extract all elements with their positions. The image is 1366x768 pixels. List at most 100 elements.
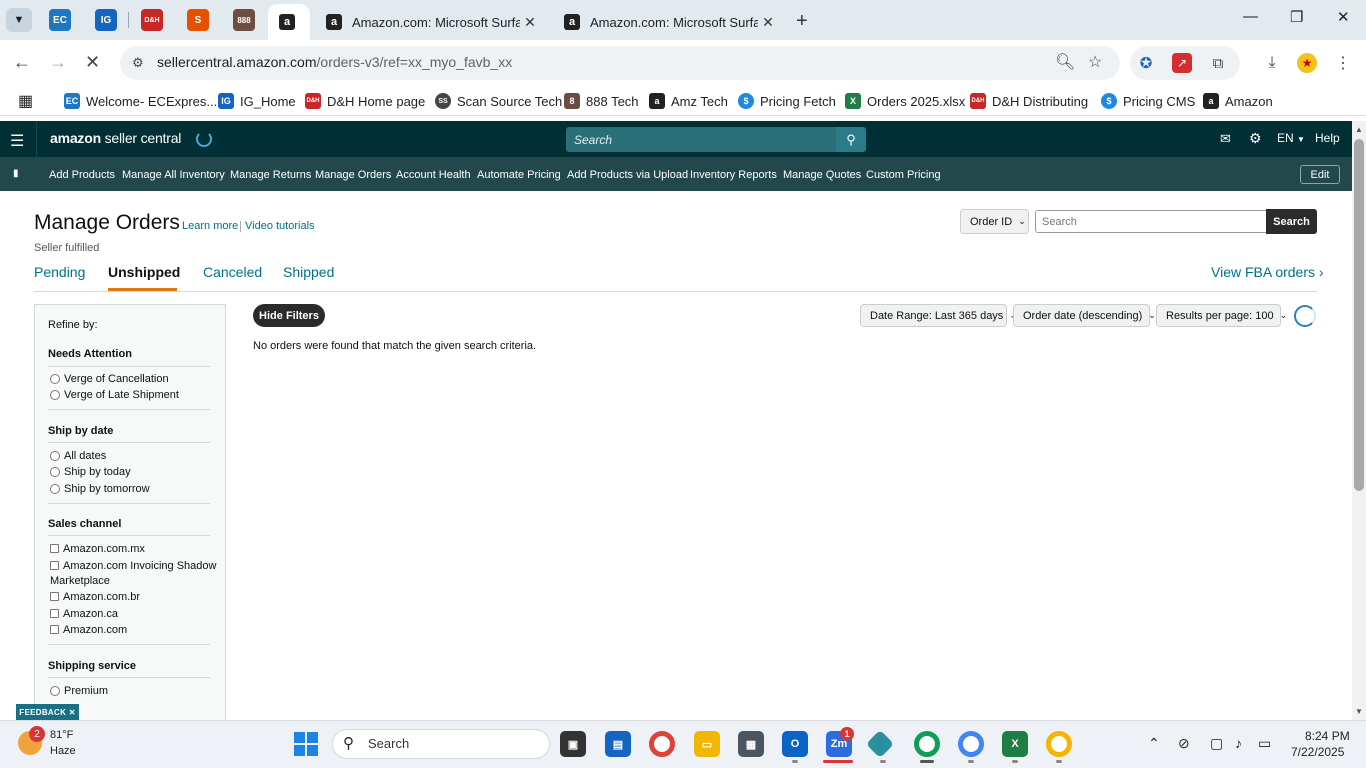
bookmark-dh-distributing[interactable]: D&H D&H Distributing [970, 91, 1088, 111]
edit-nav-button[interactable]: Edit [1300, 165, 1340, 184]
scroll-down-icon[interactable]: ▼ [1355, 707, 1363, 716]
language-selector[interactable]: EN ▼ [1277, 131, 1305, 145]
bookmark-pricing-cms[interactable]: $ Pricing CMS [1101, 91, 1195, 111]
bookmark-ecexpress[interactable]: EC Welcome- ECExpres... [64, 91, 217, 111]
battery-icon[interactable]: ▭ [1258, 735, 1271, 752]
verge-late-shipment-label[interactable]: Verge of Late Shipment [64, 389, 179, 401]
network-off-icon[interactable]: ⊘ [1178, 735, 1190, 752]
nav-manage-all-inventory[interactable]: Manage All Inventory [122, 169, 225, 181]
bookmark-888-tech[interactable]: 8 888 Tech [564, 91, 639, 111]
pinned-tab-amazon[interactable]: a [268, 4, 310, 40]
verge-late-shipment-radio[interactable] [50, 390, 60, 400]
channel-mx-label[interactable]: Amazon.com.mx [63, 543, 145, 555]
chrome-profile-1-icon[interactable] [914, 731, 940, 757]
channel-ca-label[interactable]: Amazon.ca [63, 608, 118, 620]
verge-cancellation-label[interactable]: Verge of Cancellation [64, 373, 169, 385]
scrollbar-thumb[interactable] [1354, 139, 1364, 491]
premium-radio[interactable] [50, 686, 60, 696]
premium-label[interactable]: Premium [64, 685, 108, 697]
learn-more-link[interactable]: Learn more [182, 220, 238, 232]
bookmark-orders-xlsx[interactable]: X Orders 2025.xlsx [845, 91, 965, 111]
channel-br-checkbox[interactable] [50, 592, 59, 601]
close-icon[interactable]: ✕ [520, 14, 540, 31]
store-icon[interactable]: ▤ [605, 731, 631, 757]
nav-account-health[interactable]: Account Health [396, 169, 471, 181]
forward-button[interactable]: → [49, 52, 67, 73]
clock-time[interactable]: 8:24 PM [1305, 729, 1350, 743]
results-per-page-select[interactable]: Results per page: 100 ⌄ [1156, 304, 1287, 327]
view-fba-orders-link[interactable]: View FBA orders › [1211, 264, 1324, 280]
apps-grid-icon[interactable]: ▦ [18, 91, 33, 111]
feedback-button[interactable]: FEEDBACK ✕ [16, 704, 79, 720]
chrome-profile-2-icon[interactable] [958, 731, 984, 757]
outlook-icon[interactable]: O [782, 731, 808, 757]
hide-filters-button[interactable]: Hide Filters [253, 304, 325, 327]
verge-cancellation-radio[interactable] [50, 374, 60, 384]
all-dates-radio[interactable] [50, 451, 60, 461]
mail-icon[interactable]: ✉ [1220, 131, 1231, 147]
close-window-button[interactable]: ✕ [1337, 8, 1350, 26]
clock-date[interactable]: 7/22/2025 [1291, 745, 1344, 759]
ship-by-tomorrow-radio[interactable] [50, 484, 60, 494]
tab-search-button[interactable]: ▼ [6, 8, 32, 32]
date-range-select[interactable]: Date Range: Last 365 days⌄ [860, 304, 1017, 327]
restore-button[interactable]: ❐ [1290, 8, 1303, 26]
more-menu-icon[interactable]: ⋮ [1333, 53, 1353, 73]
order-search-button[interactable]: Search [1266, 209, 1317, 234]
tray-overflow-icon[interactable]: ⌃ [1148, 735, 1160, 752]
channel-invoicing-shadow-label[interactable]: Amazon.com Invoicing Shadow [63, 560, 216, 572]
close-icon[interactable]: ✕ [758, 14, 778, 31]
header-search-input[interactable] [566, 127, 836, 152]
sort-order-select[interactable]: Order date (descending) ⌄ [1013, 304, 1156, 327]
bookmark-amazon[interactable]: a Amazon [1203, 91, 1273, 111]
order-search-input[interactable] [1035, 210, 1267, 233]
video-tutorials-link[interactable]: Video tutorials [245, 220, 315, 232]
hamburger-menu-icon[interactable]: ☰ [10, 131, 24, 151]
scroll-up-icon[interactable]: ▲ [1355, 125, 1363, 134]
new-tab-button[interactable]: + [796, 10, 808, 33]
url-text[interactable]: sellercentral.amazon.com/orders-v3/ref=x… [157, 54, 512, 70]
bookmark-scan-source[interactable]: SS Scan Source Tech [435, 91, 562, 111]
bookmark-dh-home[interactable]: D&H D&H Home page [305, 91, 425, 111]
nav-add-products[interactable]: Add Products [49, 169, 115, 181]
tab-amazon-surface-1[interactable]: a Amazon.com: Microsoft Surface ✕ [314, 4, 550, 40]
chrome-profile-3-icon[interactable] [1046, 731, 1072, 757]
weather-condition[interactable]: Haze [50, 745, 76, 757]
profile-avatar[interactable]: ★ [1297, 53, 1317, 73]
ship-by-today-radio[interactable] [50, 467, 60, 477]
taskbar-search-label[interactable]: Search [368, 736, 409, 751]
stop-loading-button[interactable]: ✕ [85, 52, 100, 73]
weather-temperature[interactable]: 81°F [50, 729, 73, 741]
nav-custom-pricing[interactable]: Custom Pricing [866, 169, 941, 181]
extensions-puzzle-icon[interactable]: ⧉ [1208, 53, 1228, 73]
header-search-button[interactable]: ⚲ [836, 127, 866, 152]
search-type-select[interactable]: Order ID ⌄ [960, 209, 1029, 234]
task-view-icon[interactable]: ▣ [560, 731, 586, 757]
channel-ca-checkbox[interactable] [50, 609, 59, 618]
nav-add-products-upload[interactable]: Add Products via Upload [567, 169, 688, 181]
bookmark-flag-icon[interactable]: ▮ [13, 168, 19, 179]
channel-com-checkbox[interactable] [50, 625, 59, 634]
page-scrollbar[interactable]: ▲ ▼ [1352, 121, 1366, 720]
tab-shipped[interactable]: Shipped [283, 264, 334, 280]
pinned-tab-dh[interactable]: D&H [141, 9, 163, 31]
help-link[interactable]: Help [1315, 131, 1340, 145]
site-info-icon[interactable]: ⚙ [132, 55, 144, 71]
chrome-icon[interactable] [649, 731, 675, 757]
volume-icon[interactable]: ♪ [1235, 735, 1242, 751]
extension-pdf-icon[interactable]: ↗ [1172, 53, 1192, 73]
zoom-search-icon[interactable]: 🔍︎ [1055, 52, 1075, 72]
tab-pending[interactable]: Pending [34, 264, 85, 280]
channel-mx-checkbox[interactable] [50, 544, 59, 553]
channel-com-label[interactable]: Amazon.com [63, 624, 127, 636]
pinned-tab-888[interactable]: 888 [233, 9, 255, 31]
tab-canceled[interactable]: Canceled [203, 264, 262, 280]
nav-inventory-reports[interactable]: Inventory Reports [690, 169, 777, 181]
start-button[interactable] [294, 732, 318, 756]
seller-central-logo[interactable]: amazon seller central [50, 130, 181, 146]
calculator-icon[interactable]: ▦ [738, 731, 764, 757]
bookmark-amz-tech[interactable]: a Amz Tech [649, 91, 728, 111]
bookmark-ig-home[interactable]: IG IG_Home [218, 91, 296, 111]
pinned-tab-scansource[interactable]: S [187, 9, 209, 31]
ship-by-today-label[interactable]: Ship by today [64, 466, 131, 478]
